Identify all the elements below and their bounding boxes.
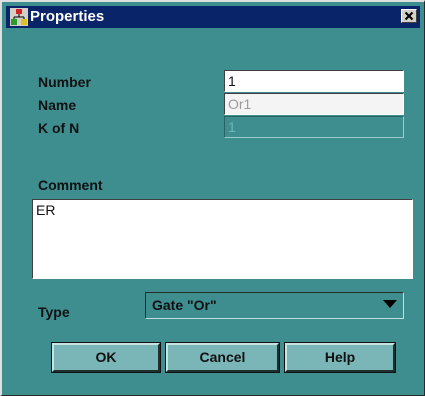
type-selected-value: Gate "Or" [152,297,217,313]
comment-label: Comment [38,177,103,193]
comment-textarea[interactable]: ER [32,199,413,279]
help-button[interactable]: Help [284,342,396,373]
properties-app-icon [10,8,28,26]
number-label: Number [38,74,91,90]
name-label: Name [38,97,77,113]
type-label: Type [38,304,70,320]
number-field[interactable]: 1 [224,70,404,92]
dropdown-arrow-icon[interactable] [383,299,397,309]
type-select[interactable]: Gate "Or" [145,292,404,319]
title-bar[interactable]: Properties [6,6,420,28]
cancel-button[interactable]: Cancel [165,342,280,373]
name-field[interactable]: Or1 [224,93,404,115]
k-of-n-label: K of N [38,120,80,136]
k-of-n-field: 1 [224,116,404,138]
properties-dialog: Properties Number 1 Name Or1 K of N 1 Co… [0,0,425,396]
close-button[interactable] [401,9,417,23]
close-icon [404,11,414,21]
window-title: Properties [30,8,105,25]
ok-button[interactable]: OK [51,342,161,373]
